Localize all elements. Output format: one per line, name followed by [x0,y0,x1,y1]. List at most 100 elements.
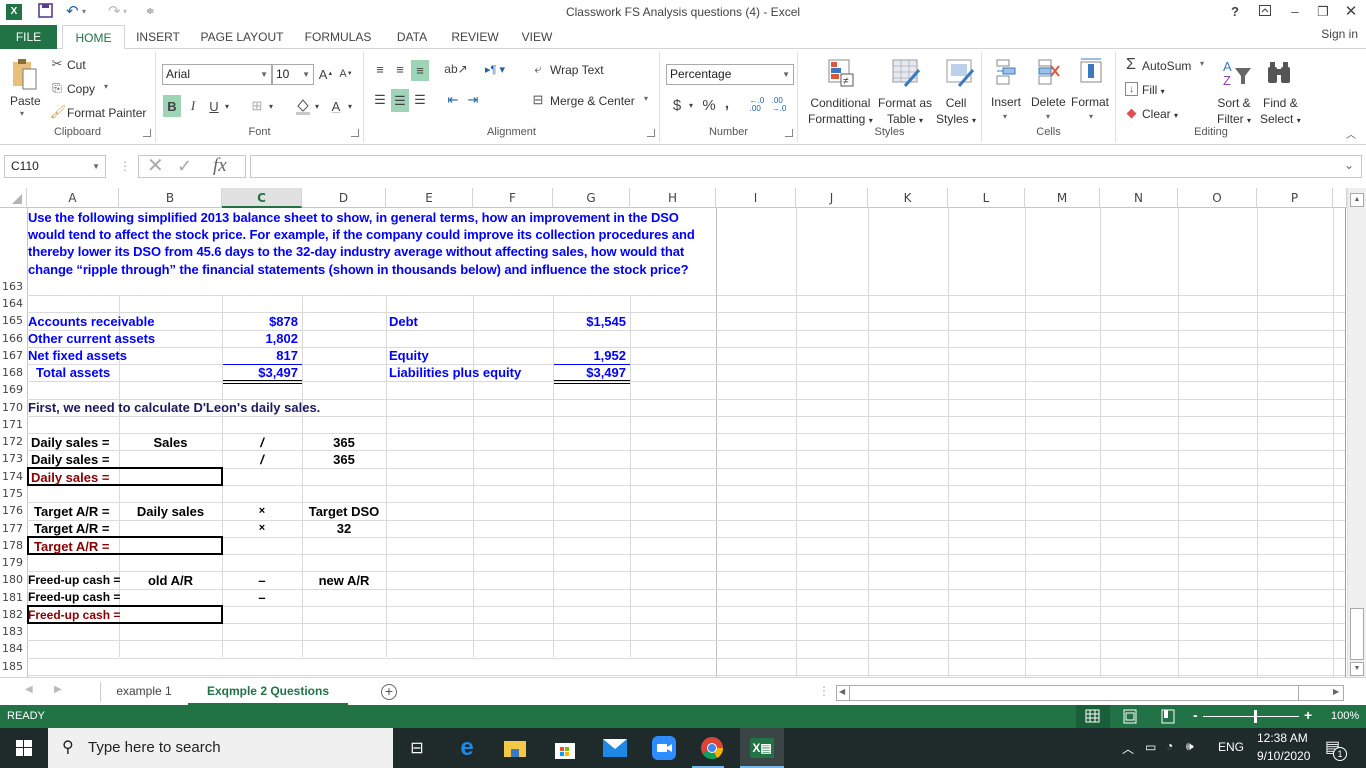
middle-align-icon[interactable]: ≡ [391,60,409,78]
zoom-slider-track[interactable] [1203,716,1299,717]
paste-dropdown-icon[interactable]: ▾ [20,109,24,118]
tab-data[interactable]: DATA [390,25,434,49]
column-header-l[interactable]: L [948,188,1025,208]
scroll-up-button[interactable]: ▲ [1350,193,1364,207]
row-header[interactable]: 170 [0,398,27,416]
scroll-left-button[interactable]: ◀ [839,687,845,696]
horizontal-scroll-thumb[interactable] [849,686,1299,700]
tab-insert[interactable]: INSERT [133,25,183,49]
row-header[interactable]: 163 [0,208,27,295]
wrap-text-button[interactable]: Wrap Text [550,63,604,77]
edge-browser-icon[interactable]: e [453,734,481,762]
format-button[interactable]: Format [1071,95,1109,109]
column-header-d[interactable]: D [302,188,386,208]
row-header[interactable]: 165 [0,312,27,330]
scroll-right-button[interactable]: ▶ [1333,687,1339,696]
tab-formulas[interactable]: FORMULAS [300,25,376,49]
row-header[interactable]: 183 [0,623,27,641]
volume-icon[interactable]: 🕪 [1186,739,1194,754]
merge-center-button[interactable]: Merge & Center [550,94,635,108]
column-header-q[interactable] [1333,188,1347,208]
font-color-dropdown-icon[interactable]: ▾ [345,95,355,117]
autosum-dropdown-icon[interactable]: ▾ [1200,59,1204,68]
column-header-e[interactable]: E [386,188,473,208]
formula-input[interactable] [250,155,1362,178]
zoom-slider-thumb[interactable] [1254,710,1257,723]
normal-view-button[interactable] [1076,705,1110,728]
page-layout-view-button[interactable] [1116,705,1144,728]
currency-dropdown-icon[interactable]: ▾ [686,95,696,115]
scroll-down-button[interactable]: ▼ [1350,662,1364,676]
expand-formula-bar-icon[interactable]: ⌄ [1344,158,1354,172]
row-header[interactable]: 175 [0,484,27,503]
clear-button[interactable]: Clear ▾ [1142,107,1178,121]
worksheet-grid[interactable]: A B C D E F G H I J K L M N O P 163 164 16… [0,188,1347,677]
decrease-font-icon[interactable]: A ▼ [338,65,354,83]
formula-bar-grip[interactable]: ⋮ [119,159,131,173]
column-header-h[interactable]: H [630,188,716,208]
decrease-indent-icon[interactable]: ⇤ [444,91,462,109]
tab-home[interactable]: HOME [62,25,125,50]
insert-dropdown-icon[interactable]: ▾ [1003,112,1007,121]
column-header-i[interactable]: I [716,188,796,208]
mail-icon[interactable] [601,734,629,762]
fill-color-icon[interactable] [294,95,312,117]
copy-dropdown-icon[interactable]: ▾ [104,82,108,91]
find-select-button[interactable]: Find & Select ▾ [1260,95,1301,129]
increase-decimal-icon[interactable]: ←.0.00 [748,95,766,115]
sign-in-link[interactable]: Sign in [1321,27,1358,41]
column-header-c[interactable]: C [222,188,302,208]
row-header[interactable]: 178 [0,536,27,555]
language-indicator[interactable]: ENG [1218,740,1244,754]
page-break-view-button[interactable] [1154,705,1182,728]
vertical-scrollbar[interactable]: ▲ ▼ [1347,188,1366,677]
align-center-icon[interactable]: ☰ [391,89,409,112]
zoom-in-button[interactable]: + [1304,707,1312,723]
horizontal-scrollbar[interactable]: ◀ ▶ [836,685,1344,701]
font-color-icon[interactable]: A [328,95,344,117]
sort-filter-button[interactable]: Sort & Filter ▾ [1217,95,1251,129]
chrome-icon[interactable] [698,734,726,762]
zoom-out-button[interactable]: - [1193,707,1198,723]
currency-button[interactable]: $ [670,95,684,115]
merge-dropdown-icon[interactable]: ▾ [644,94,648,103]
decrease-decimal-icon[interactable]: .00 →.0 [770,95,788,115]
column-header-b[interactable]: B [119,188,222,208]
tab-split-handle[interactable]: ⋮ [818,684,830,698]
row-header[interactable]: 179 [0,554,27,572]
font-launcher-icon[interactable] [351,129,359,137]
row-header[interactable]: 184 [0,640,27,658]
row-header[interactable]: 167 [0,346,27,365]
sheet-tab-example-1[interactable]: example 1 [102,678,186,705]
wifi-icon[interactable]: ◔ [1166,739,1173,753]
font-name-select[interactable]: Arial ▼ [162,64,272,85]
row-header[interactable]: 168 [0,364,27,382]
insert-function-icon[interactable]: fx [213,155,227,176]
excel-taskbar-button[interactable]: X▤ [740,728,784,768]
tab-review[interactable]: REVIEW [447,25,503,49]
increase-indent-icon[interactable]: ⇥ [464,91,482,109]
delete-button[interactable]: Delete [1031,95,1066,109]
fill-color-dropdown-icon[interactable]: ▾ [312,95,322,117]
tab-page-layout[interactable]: PAGE LAYOUT [197,25,287,49]
conditional-formatting-button[interactable]: Conditional Formatting ▾ [808,95,873,129]
fill-button[interactable]: Fill ▾ [1142,83,1165,97]
comma-button[interactable]: , [722,93,732,113]
column-header-f[interactable]: F [473,188,553,208]
tab-view[interactable]: VIEW [516,25,558,49]
row-header[interactable]: 174 [0,467,27,485]
windows-start-icon[interactable] [16,740,32,759]
delete-dropdown-icon[interactable]: ▾ [1046,112,1050,121]
help-icon[interactable]: ? [1224,2,1246,22]
row-header[interactable]: 172 [0,433,27,451]
clipboard-launcher-icon[interactable] [143,129,151,137]
align-right-icon[interactable]: ☰ [411,91,429,109]
format-dropdown-icon[interactable]: ▾ [1089,112,1093,121]
tab-file[interactable]: FILE [0,25,57,49]
format-as-table-button[interactable]: Format as Table ▾ [878,95,932,129]
taskbar-search-box[interactable]: ⚲ Type here to search [48,728,393,768]
italic-button[interactable]: I [185,95,201,117]
collapse-ribbon-icon[interactable]: ︿ [1344,127,1358,141]
top-align-icon[interactable]: ≡ [371,60,389,78]
number-launcher-icon[interactable] [785,129,793,137]
